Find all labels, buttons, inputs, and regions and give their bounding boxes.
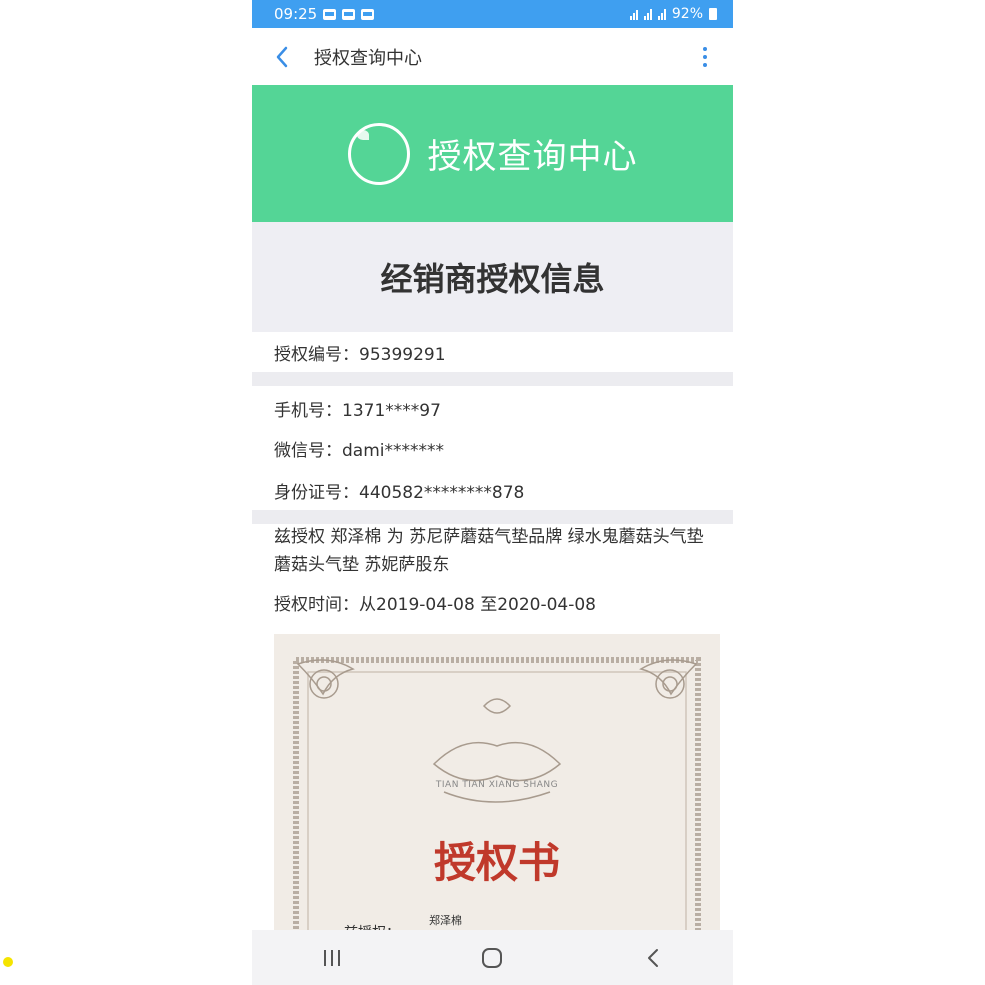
message-icon xyxy=(342,8,356,20)
logo-icon xyxy=(347,122,410,185)
back-button[interactable] xyxy=(270,45,294,69)
app-bar-title: 授权查询中心 xyxy=(314,47,422,69)
back-icon xyxy=(647,948,658,967)
battery-percentage: 92% xyxy=(671,6,703,22)
back-nav-button[interactable] xyxy=(623,938,683,978)
recent-apps-button[interactable] xyxy=(302,938,362,978)
authorization-statement: 兹授权 郑泽棉 为 苏尼萨蘑菇气垫品牌 绿水鬼蘑菇头气垫 蘑菇头气垫 苏妮萨股东 xyxy=(274,527,704,575)
certificate-holder: 郑泽棉 xyxy=(429,914,462,927)
authorization-period: 授权时间：从2019-04-08 至2020-04-08 xyxy=(274,595,596,615)
status-bar: 09:25 92% xyxy=(252,0,733,28)
yellow-dot-left xyxy=(3,957,13,967)
status-time: 09:25 xyxy=(274,5,318,23)
signal-icon xyxy=(657,8,666,20)
auth-number: 授权编号：95399291 xyxy=(274,345,446,365)
phone-screen: 09:25 92% 授权查询中心 授权查询中心 经销商授权信息 授权编号：953… xyxy=(252,0,733,985)
notification-icon xyxy=(361,8,375,20)
id-card-number: 身份证号：440582********878 xyxy=(274,483,525,503)
section-header: 经销商授权信息 xyxy=(252,222,733,332)
certificate-image: TIAN TIAN XIANG SHANG 授权书 郑泽棉 兹授权： xyxy=(274,634,720,934)
divider xyxy=(252,510,733,524)
battery-icon xyxy=(709,8,717,20)
home-icon xyxy=(482,947,503,968)
signal-icon xyxy=(643,8,652,20)
section-heading: 经销商授权信息 xyxy=(380,260,605,298)
header-banner: 授权查询中心 xyxy=(252,85,733,222)
system-nav-bar xyxy=(252,930,733,985)
home-button[interactable] xyxy=(462,938,522,978)
wifi-icon xyxy=(629,9,638,20)
certificate-brand: TIAN TIAN XIANG SHANG xyxy=(435,780,559,790)
message-icon xyxy=(323,8,337,20)
more-vertical-icon xyxy=(703,46,707,51)
chevron-left-icon xyxy=(276,46,288,67)
banner-title: 授权查询中心 xyxy=(427,137,638,177)
wechat-id: 微信号：dami******* xyxy=(274,441,444,461)
app-bar: 授权查询中心 xyxy=(252,28,733,85)
recent-apps-icon xyxy=(324,949,341,966)
divider xyxy=(252,372,733,386)
certificate-title: 授权书 xyxy=(433,838,560,887)
phone-number: 手机号：1371****97 xyxy=(274,401,441,421)
more-options-button[interactable] xyxy=(695,45,715,69)
